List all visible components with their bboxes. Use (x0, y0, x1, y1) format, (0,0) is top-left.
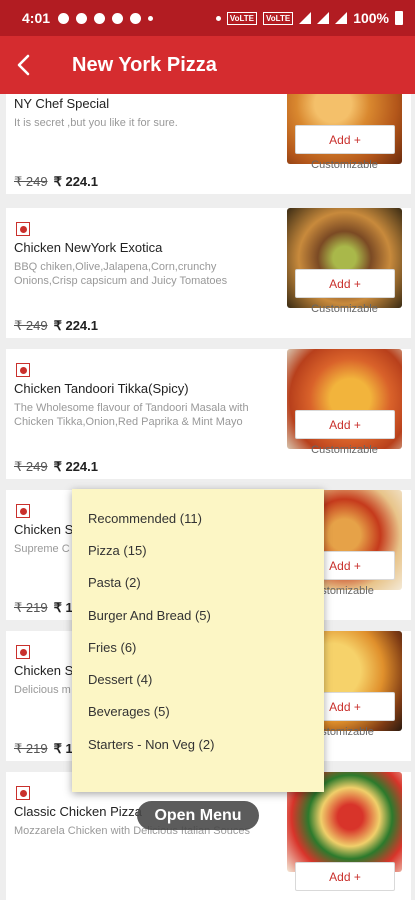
app-bar: New York Pizza (0, 36, 415, 94)
menu-category-pasta[interactable]: Pasta (2) (72, 567, 324, 599)
back-button[interactable] (0, 36, 46, 94)
discounted-price: ₹ 1 (53, 600, 73, 615)
app-icon (130, 12, 142, 24)
item-price: ₹ 249 ₹ 224.1 (14, 459, 98, 475)
whatsapp-icon (58, 12, 70, 24)
original-price: ₹ 219 (14, 741, 48, 756)
open-menu-button[interactable]: Open Menu (137, 801, 259, 830)
non-veg-icon (16, 222, 30, 236)
menu-category-recommended[interactable]: Recommended (11) (72, 502, 324, 534)
item-name: Chicken NewYork Exotica (14, 240, 163, 255)
wifi-icon (299, 12, 312, 24)
battery-percent: 100% (353, 10, 389, 26)
location-icon (215, 15, 221, 21)
signal-icon (335, 12, 348, 24)
battery-icon (395, 11, 403, 25)
original-price: ₹ 249 (14, 318, 48, 333)
notification-icons (58, 12, 154, 24)
customizable-label: Customizable (311, 303, 378, 315)
menu-category-pizza[interactable]: Pizza (15) (72, 534, 324, 566)
add-button[interactable]: Add + (295, 125, 395, 154)
non-veg-icon (16, 645, 30, 659)
non-veg-icon (16, 786, 30, 800)
menu-card: Chicken NewYork Exotica BBQ chiken,Olive… (6, 208, 411, 338)
menu-category-starters-non-veg[interactable]: Starters - Non Veg (2) (72, 728, 324, 760)
more-notifications-icon (148, 15, 154, 21)
signal-icon (317, 12, 330, 24)
item-price: ₹ 219 ₹ 1 (14, 600, 73, 616)
item-price: ₹ 219 ₹ 1 (14, 741, 73, 757)
category-menu-popup: Recommended (11) Pizza (15) Pasta (2) Bu… (72, 489, 324, 792)
original-price: ₹ 249 (14, 174, 48, 189)
discounted-price: ₹ 224.1 (53, 318, 98, 333)
item-name: Chicken S (14, 522, 74, 537)
status-bar: 4:01 VoLTE VoLTE 100% (0, 0, 415, 36)
chat-icon (76, 12, 88, 24)
non-veg-icon (16, 363, 30, 377)
discounted-price: ₹ 1 (53, 741, 73, 756)
original-price: ₹ 219 (14, 600, 48, 615)
item-price: ₹ 249 ₹ 224.1 (14, 174, 98, 190)
discounted-price: ₹ 224.1 (53, 459, 98, 474)
status-time: 4:01 (22, 10, 51, 26)
minus-icon (112, 12, 124, 24)
item-name: Chicken Tandoori Tikka(Spicy) (14, 381, 189, 396)
item-description: BBQ chiken,Olive,Jalapena,Corn,crunchy O… (14, 261, 228, 287)
menu-card: Chicken Tandoori Tikka(Spicy) The Wholes… (6, 349, 411, 479)
item-description: It is secret ,but you like it for sure. (14, 117, 178, 129)
add-button[interactable]: Add + (295, 269, 395, 298)
system-icons: VoLTE VoLTE 100% (215, 10, 403, 26)
menu-category-dessert[interactable]: Dessert (4) (72, 663, 324, 695)
menu-category-burger-and-bread[interactable]: Burger And Bread (5) (72, 599, 324, 631)
item-name: Classic Chicken Pizza (14, 804, 142, 819)
item-price: ₹ 249 ₹ 224.1 (14, 318, 98, 334)
back-arrow-icon (17, 54, 30, 76)
volte-icon: VoLTE (226, 11, 258, 25)
discounted-price: ₹ 224.1 (53, 174, 98, 189)
item-description: The Wholesome flavour of Tandoori Masala… (14, 402, 249, 428)
item-name: Chicken S (14, 663, 74, 678)
original-price: ₹ 249 (14, 459, 48, 474)
volte-icon: VoLTE (263, 11, 294, 25)
item-name: NY Chef Special (14, 96, 110, 111)
customizable-label: Customizable (311, 444, 378, 456)
add-button[interactable]: Add + (295, 862, 395, 891)
menu-category-fries[interactable]: Fries (6) (72, 631, 324, 663)
customizable-label: Customizable (311, 159, 378, 171)
menu-card: NY Chef Special It is secret ,but you li… (6, 94, 411, 194)
menu-category-beverages[interactable]: Beverages (5) (72, 696, 324, 728)
app-icon (94, 12, 106, 24)
add-button[interactable]: Add + (295, 410, 395, 439)
non-veg-icon (16, 504, 30, 518)
page-title: New York Pizza (72, 53, 217, 76)
